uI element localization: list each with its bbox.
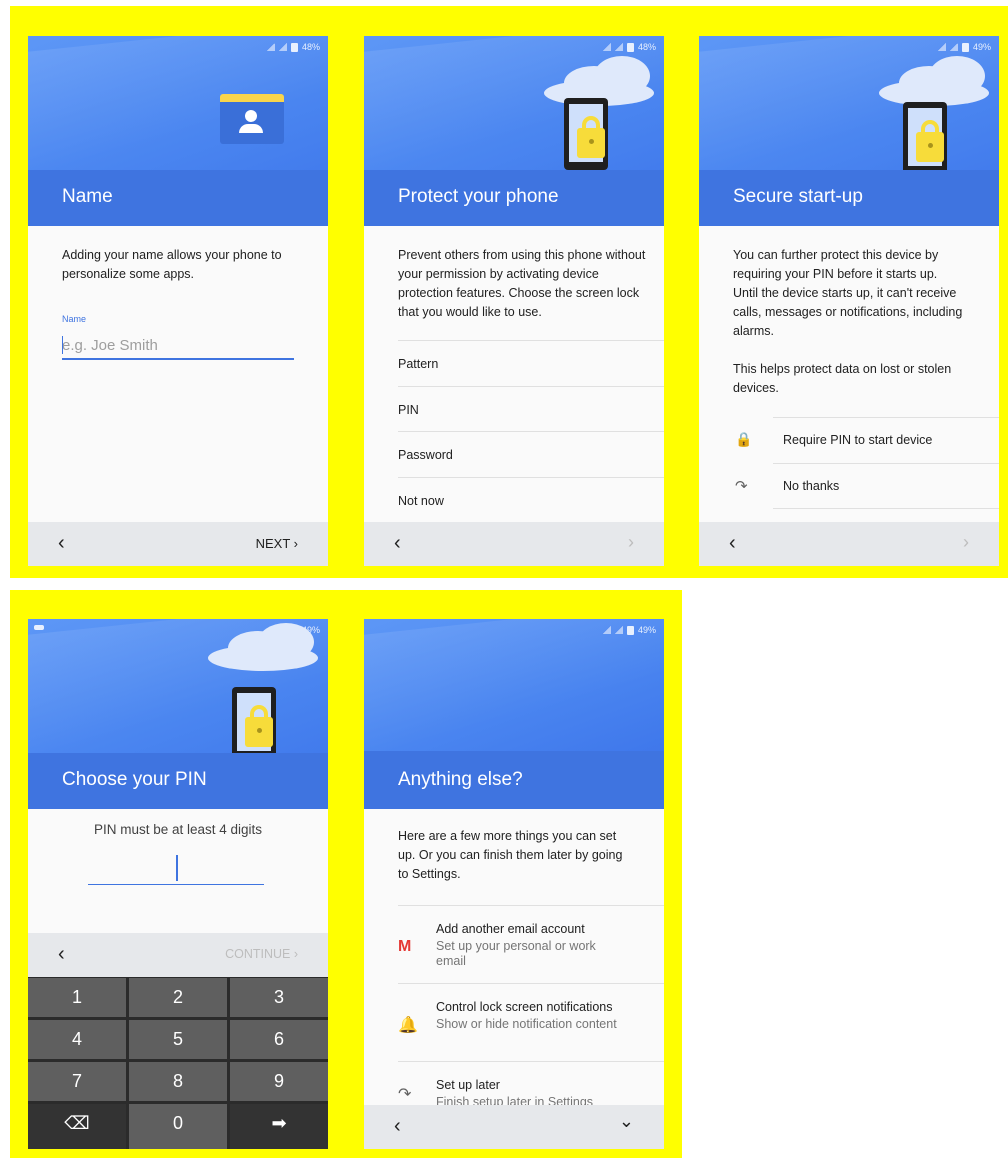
forward-button[interactable]: › xyxy=(628,532,634,553)
description-2: This helps protect data on lost or stole… xyxy=(733,362,952,395)
usb-icon xyxy=(34,625,44,630)
key-2[interactable]: 2 xyxy=(129,978,227,1017)
forward-button[interactable]: › xyxy=(963,532,969,553)
page-title: Secure start-up xyxy=(733,186,863,207)
nav-bar: ‹ NEXT › xyxy=(28,522,328,566)
expand-more-icon[interactable]: ⌄ xyxy=(619,1111,634,1132)
name-input-placeholder: e.g. Joe Smith xyxy=(62,337,158,354)
option-password[interactable]: Password xyxy=(398,431,664,477)
bell-icon: 🔔 xyxy=(398,1017,418,1034)
page-title-bar: Secure start-up xyxy=(699,170,999,226)
description: Prevent others from using this phone wit… xyxy=(398,248,646,319)
back-button[interactable]: ‹ xyxy=(729,532,736,555)
name-field-label: Name xyxy=(62,314,87,324)
key-7[interactable]: 7 xyxy=(28,1062,126,1101)
description: Here are a few more things you can set u… xyxy=(398,829,623,881)
name-input[interactable]: e.g. Joe Smith xyxy=(62,334,294,360)
page-title: Anything else? xyxy=(398,769,523,790)
key-0[interactable]: 0 xyxy=(129,1104,227,1149)
list-item-title: Control lock screen notifications xyxy=(436,1000,613,1014)
status-bar: 49% xyxy=(602,625,656,635)
lock-tablet-icon xyxy=(564,98,608,170)
list-item-title: Set up later xyxy=(436,1078,500,1092)
nav-bar: ‹ ⌄ xyxy=(364,1105,664,1149)
delete-key-icon[interactable]: ⌫ xyxy=(28,1104,126,1149)
text-cursor xyxy=(176,855,178,881)
pin-input[interactable] xyxy=(88,853,264,885)
next-button[interactable]: NEXT › xyxy=(256,536,298,551)
back-button[interactable]: ‹ xyxy=(394,1115,401,1138)
option-not-now[interactable]: Not now xyxy=(398,477,664,523)
option-pattern[interactable]: Pattern xyxy=(398,340,664,386)
back-button[interactable]: ‹ xyxy=(58,532,65,555)
list-item-subtitle: Set up your personal or work email xyxy=(436,939,596,968)
page-title-bar: Protect your phone xyxy=(364,170,664,226)
text-cursor xyxy=(62,336,63,354)
key-8[interactable]: 8 xyxy=(129,1062,227,1101)
page-title-bar: Anything else? xyxy=(364,751,664,809)
status-bar: 49% xyxy=(937,42,991,52)
option-pin[interactable]: PIN xyxy=(398,386,664,432)
list-item-notifications[interactable]: 🔔 Control lock screen notifications Show… xyxy=(398,983,664,1061)
screen-secure: 49% Secure start-up You can further prot… xyxy=(699,36,999,566)
key-3[interactable]: 3 xyxy=(230,978,328,1017)
page-title-bar: Choose your PIN xyxy=(28,753,328,809)
option-no-thanks-label: No thanks xyxy=(783,479,840,493)
back-button[interactable]: ‹ xyxy=(394,532,401,555)
numeric-keypad: 1 2 3 4 5 6 7 8 9 ⌫ 0 ➡ xyxy=(28,977,328,1149)
key-5[interactable]: 5 xyxy=(129,1020,227,1059)
status-bar: 48% xyxy=(266,42,320,52)
hero-banner: 49% xyxy=(364,619,664,769)
nav-bar: ‹ CONTINUE › xyxy=(28,933,328,977)
key-9[interactable]: 9 xyxy=(230,1062,328,1101)
screen-protect: 48% Protect your phone Prevent others fr… xyxy=(364,36,664,566)
back-button[interactable]: ‹ xyxy=(58,943,65,966)
screen-name: 48% Name Adding your name allows your ph… xyxy=(28,36,328,566)
lock-tablet-icon xyxy=(903,102,947,174)
option-require-pin-label: Require PIN to start device xyxy=(783,433,933,447)
nav-bar: ‹ › xyxy=(699,522,999,566)
gmail-icon: M xyxy=(398,938,412,955)
screen-pin: 49% Choose your PIN PIN must be at least… xyxy=(28,619,328,1149)
nav-bar: ‹ › xyxy=(364,522,664,566)
pin-hint: PIN must be at least 4 digits xyxy=(93,822,263,837)
contact-card-icon xyxy=(220,94,284,144)
lock-tablet-icon xyxy=(232,687,276,759)
description: You can further protect this device by r… xyxy=(733,248,963,338)
continue-button[interactable]: CONTINUE › xyxy=(225,947,298,961)
list-item-title: Add another email account xyxy=(436,922,585,936)
screen-anything-else: 49% Anything else? Here are a few more t… xyxy=(364,619,664,1149)
enter-key-icon[interactable]: ➡ xyxy=(230,1104,328,1149)
description: Adding your name allows your phone to pe… xyxy=(62,248,282,281)
skip-arrow-icon: ↷ xyxy=(735,478,748,495)
list-item-email[interactable]: M Add another email account Set up your … xyxy=(398,905,664,983)
key-4[interactable]: 4 xyxy=(28,1020,126,1059)
skip-arrow-icon: ↷ xyxy=(398,1086,412,1103)
list-item-setup-later[interactable]: ↷ Set up later Finish setup later in Set… xyxy=(398,1061,664,1109)
lock-icon: 🔒 xyxy=(735,431,753,447)
list-item-subtitle: Show or hide notification content xyxy=(436,1017,617,1031)
page-title: Name xyxy=(62,186,113,207)
key-1[interactable]: 1 xyxy=(28,978,126,1017)
page-title: Choose your PIN xyxy=(62,769,207,790)
status-bar: 48% xyxy=(602,42,656,52)
key-6[interactable]: 6 xyxy=(230,1020,328,1059)
page-title: Protect your phone xyxy=(398,186,559,207)
page-title-bar: Name xyxy=(28,170,328,226)
